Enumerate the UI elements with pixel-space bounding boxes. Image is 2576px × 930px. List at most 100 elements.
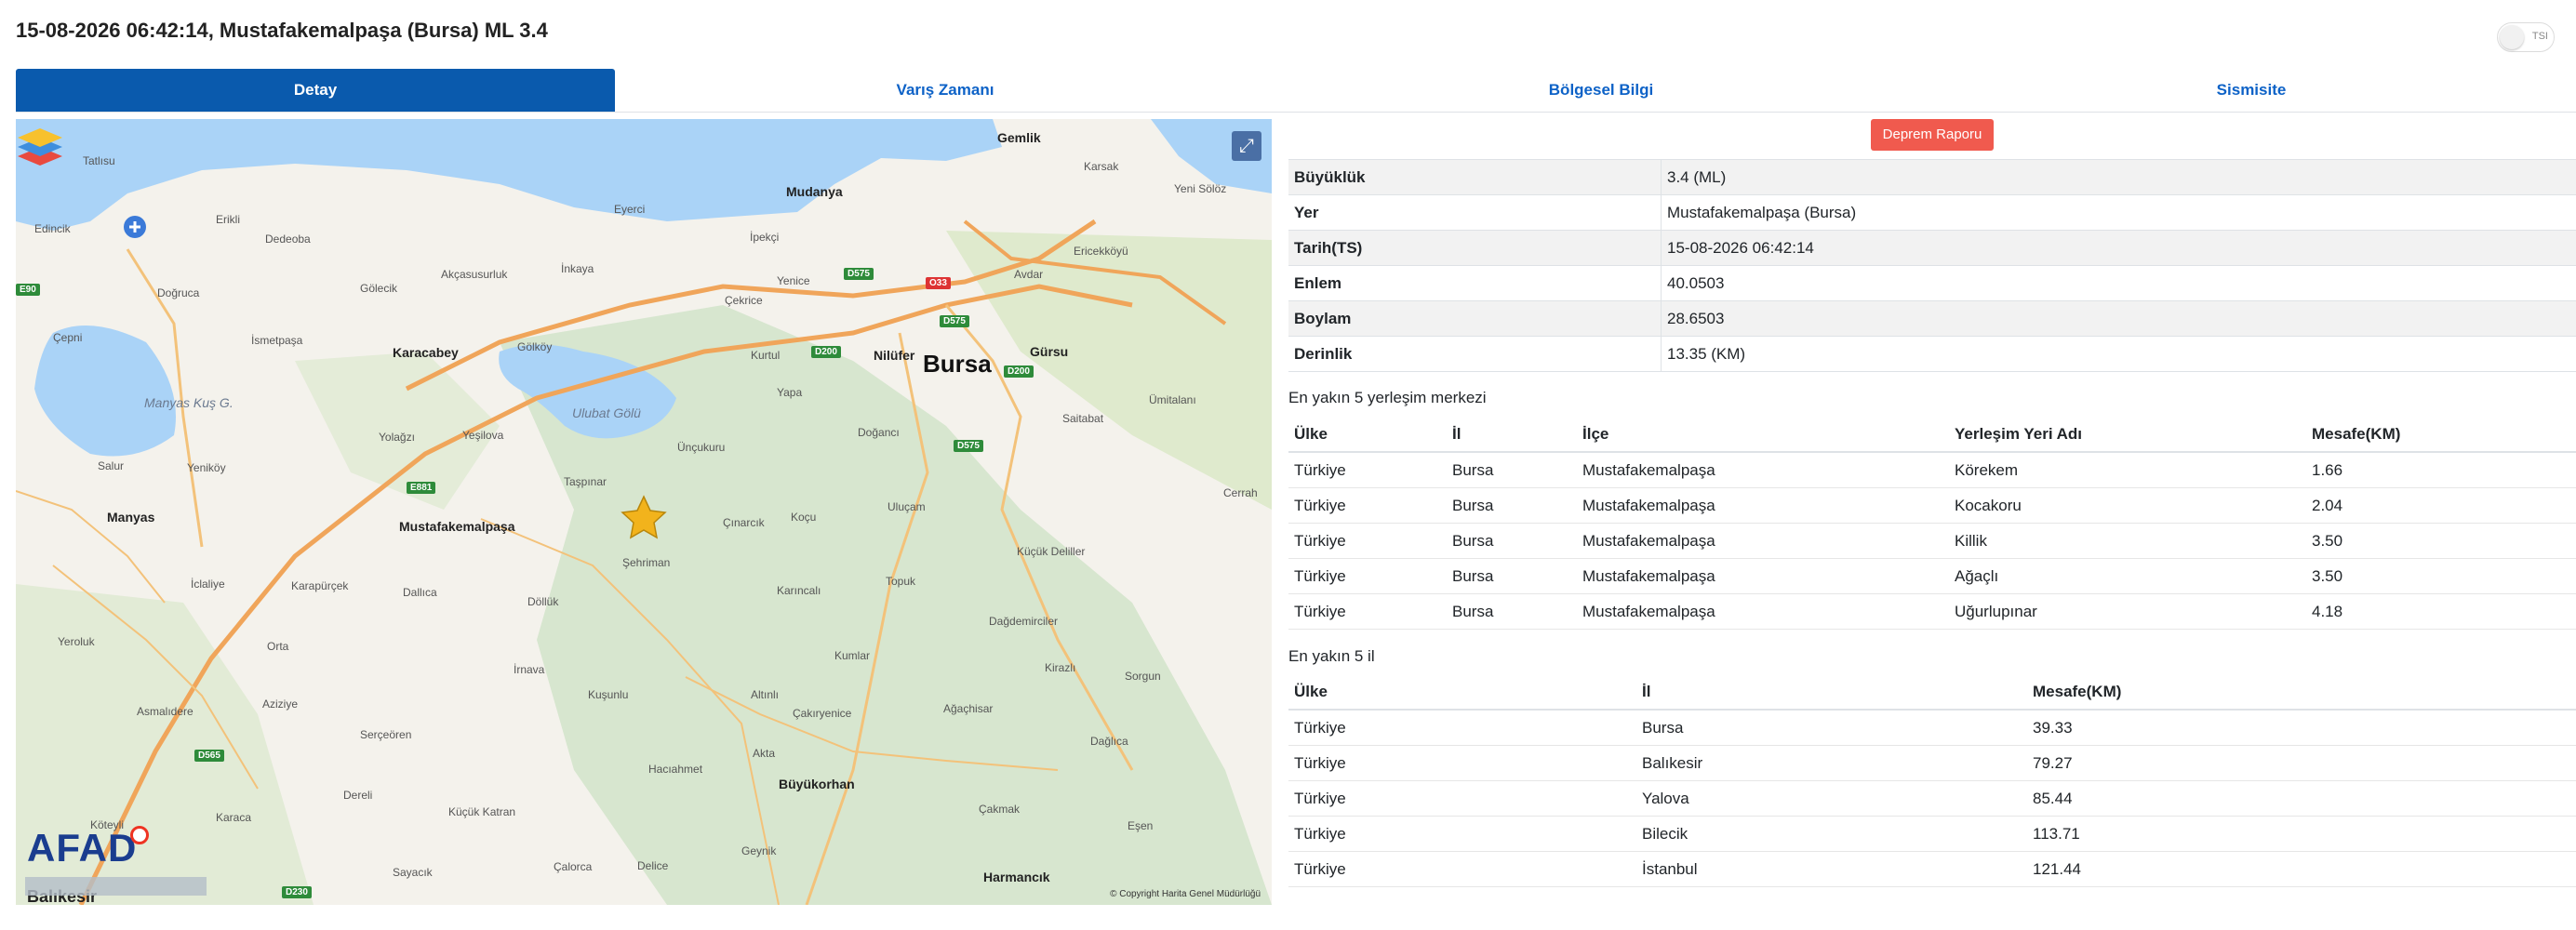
column-header: Ülke	[1288, 417, 1447, 453]
map-label: Küçük Deliller	[1017, 545, 1086, 558]
tab-bolgesel-bilgi[interactable]: Bölgesel Bilgi	[1275, 69, 1927, 112]
cell: Türkiye	[1288, 452, 1447, 488]
table-header-row: Ülke İl İlçe Yerleşim Yeri Adı Mesafe(KM…	[1288, 417, 2576, 453]
map-label: Doğancı	[858, 426, 900, 439]
cell: Mustafakemalpaşa	[1577, 558, 1949, 594]
fullscreen-button[interactable]: ⤢	[1232, 131, 1261, 161]
cell: 4.18	[2306, 593, 2576, 630]
cell: Bilecik	[1636, 816, 2027, 852]
table-row: Yer Mustafakemalpaşa (Bursa)	[1288, 194, 2576, 231]
cell: Killik	[1949, 523, 2306, 559]
table-row: Tarih(TS) 15-08-2026 06:42:14	[1288, 230, 2576, 266]
toggle-knob[interactable]	[2500, 25, 2524, 49]
table-row: Boylam 28.6503	[1288, 300, 2576, 337]
map-label: Dallıca	[403, 586, 437, 599]
info-value: 40.0503	[1661, 265, 2576, 301]
info-value: 13.35 (KM)	[1661, 336, 2576, 372]
map-label: Çınarcık	[723, 516, 765, 529]
map-label: Mudanya	[786, 184, 843, 199]
column-header: Ülke	[1288, 674, 1636, 711]
map-label: Ericekköyü	[1074, 245, 1128, 258]
table-row: Türkiye İstanbul 121.44	[1288, 851, 2576, 887]
table-row: Derinlik 13.35 (KM)	[1288, 336, 2576, 372]
column-header: İl	[1447, 417, 1577, 453]
map-label: Gölköy	[517, 340, 553, 353]
map-label: Küçük Katran	[448, 805, 516, 818]
map-label: Salur	[98, 459, 125, 472]
map-label: Gölecik	[360, 282, 398, 295]
table-row: Türkiye Bursa Mustafakemalpaşa Killik 3.50	[1288, 523, 2576, 559]
settlements-heading: En yakın 5 yerleşim merkezi	[1288, 389, 1487, 406]
column-header: Mesafe(KM)	[2027, 674, 2576, 711]
road-shield: D565	[194, 750, 224, 762]
earthquake-map[interactable]: Tatlısu Gemlik Mudanya Karsak Yeni Sölöz…	[16, 119, 1272, 905]
map-label: Kumlar	[834, 649, 871, 662]
map-label: Akçasusurluk	[441, 268, 508, 281]
map-label: İsmetpaşa	[251, 334, 303, 347]
table-row: Türkiye Bursa Mustafakemalpaşa Ağaçlı 3.50	[1288, 558, 2576, 594]
report-button[interactable]: Deprem Raporu	[1871, 119, 1994, 151]
road-shield: D200	[811, 346, 841, 358]
earthquake-info-table: Büyüklük 3.4 (ML) Yer Mustafakemalpaşa (Bu…	[1288, 159, 2576, 372]
table-row: Türkiye Bursa Mustafakemalpaşa Körekem 1.66	[1288, 452, 2576, 488]
cell: Bursa	[1447, 523, 1577, 559]
map-label: Altınlı	[751, 688, 780, 701]
map-label: Cerrah	[1223, 486, 1258, 499]
info-value: 28.6503	[1661, 300, 2576, 337]
table-row: Türkiye Balıkesir 79.27	[1288, 745, 2576, 781]
info-key: Enlem	[1288, 265, 1662, 301]
cell: Körekem	[1949, 452, 2306, 488]
map-label: Avdar	[1014, 268, 1044, 281]
map-copyright: © Copyright Harita Genel Müdürlüğü	[1110, 889, 1261, 899]
table-header-row: Ülke İl Mesafe(KM)	[1288, 674, 2576, 711]
info-key: Yer	[1288, 194, 1662, 231]
map-label: Dağlıca	[1090, 735, 1128, 748]
map-label: Yenice	[777, 274, 810, 287]
map-label: Topuk	[886, 575, 916, 588]
cell: Uğurlupınar	[1949, 593, 2306, 630]
layers-icon[interactable]	[16, 119, 64, 166]
cell: 39.33	[2027, 710, 2576, 746]
tab-varis-zamani[interactable]: Varış Zamanı	[615, 69, 1275, 112]
map-label: Doğruca	[157, 286, 200, 299]
road-shield: D575	[844, 268, 874, 280]
tsi-toggle[interactable]: TSI	[2497, 22, 2555, 52]
cell: 79.27	[2027, 745, 2576, 781]
map-label: Orta	[267, 640, 289, 653]
info-key: Tarih(TS)	[1288, 230, 1662, 266]
table-row: Türkiye Bursa Mustafakemalpaşa Uğurlupınar 4…	[1288, 593, 2576, 630]
map-label: Taşpınar	[564, 475, 607, 488]
cell: Türkiye	[1288, 780, 1636, 817]
provinces-table: Ülke İl Mesafe(KM) Türkiye Bursa 39.33 Tür…	[1288, 674, 2576, 887]
road-shield: E881	[407, 482, 436, 494]
cell: Bursa	[1447, 452, 1577, 488]
cell: 3.50	[2306, 558, 2576, 594]
map-label: İclaliye	[191, 578, 225, 591]
table-row: Türkiye Yalova 85.44	[1288, 780, 2576, 817]
map-label: Mustafakemalpaşa	[399, 519, 515, 534]
map-label: Manyas Kuş G.	[144, 395, 234, 410]
map-label: Erikli	[216, 213, 240, 226]
table-row: Enlem 40.0503	[1288, 265, 2576, 301]
map-label: Koçu	[791, 511, 817, 524]
map-label: Ağaçhisar	[943, 702, 994, 715]
map-label: Asmalıdere	[137, 705, 194, 718]
map-label: Dağdemirciler	[989, 615, 1059, 628]
map-label: Şehriman	[622, 556, 671, 569]
map-label: Uluçam	[888, 500, 926, 513]
provinces-heading: En yakın 5 il	[1288, 647, 1375, 665]
cell: Balıkesir	[1636, 745, 2027, 781]
tab-sismisite[interactable]: Sismisite	[1927, 69, 2576, 112]
cell: 1.66	[2306, 452, 2576, 488]
map-label: Akta	[753, 747, 776, 760]
cell: Türkiye	[1288, 487, 1447, 524]
cell: Mustafakemalpaşa	[1577, 452, 1949, 488]
cell: Mustafakemalpaşa	[1577, 523, 1949, 559]
cell: 3.50	[2306, 523, 2576, 559]
map-label: Yapa	[777, 386, 803, 399]
map-label: Yeşilova	[462, 429, 504, 442]
toggle-label: TSI	[2531, 31, 2548, 42]
map-label: Serçeören	[360, 728, 412, 741]
tab-detay[interactable]: Detay	[16, 69, 615, 112]
map-label: Kurtul	[751, 349, 781, 362]
